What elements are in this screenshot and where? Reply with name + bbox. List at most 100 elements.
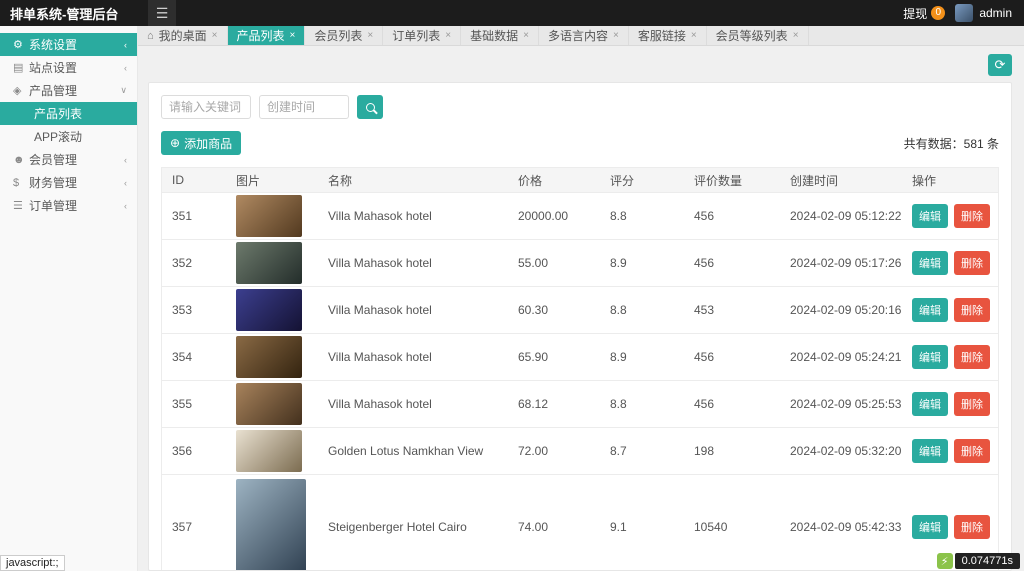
tab-label: 我的桌面: [159, 27, 207, 44]
delete-button[interactable]: 删除: [954, 439, 990, 463]
product-list-panel: ⊕ 添加商品 共有数据：581 条 ID图片名称价格评分评价数量创建时间操作 3…: [148, 82, 1012, 571]
edit-button[interactable]: 编辑: [912, 515, 948, 539]
edit-button[interactable]: 编辑: [912, 204, 948, 228]
sidebar-subitem[interactable]: 产品列表: [0, 102, 137, 125]
delete-button[interactable]: 删除: [954, 345, 990, 369]
cell-image: [226, 287, 318, 333]
cell-price: 68.12: [508, 395, 600, 413]
cell-reviews: 453: [684, 301, 780, 319]
tab-close-icon[interactable]: ×: [523, 30, 529, 41]
tab-label: 会员等级列表: [716, 27, 788, 44]
sidebar-toggle-button[interactable]: ☰: [148, 0, 176, 26]
tab-label: 订单列表: [392, 27, 440, 44]
cell-reviews: 456: [684, 254, 780, 272]
action-row: ⊕ 添加商品 共有数据：581 条: [161, 131, 999, 155]
delete-button[interactable]: 删除: [954, 204, 990, 228]
refresh-button[interactable]: ⟳: [988, 54, 1012, 76]
avatar: [955, 4, 973, 22]
sidebar-item[interactable]: ◈ 产品管理 ∨: [0, 79, 137, 102]
delete-button[interactable]: 删除: [954, 251, 990, 275]
tab-label: 多语言内容: [548, 27, 608, 44]
sidebar-item-icon: ⚙: [13, 38, 29, 51]
home-icon: ⌂: [147, 30, 154, 42]
edit-button[interactable]: 编辑: [912, 345, 948, 369]
edit-button[interactable]: 编辑: [912, 392, 948, 416]
main-area: ⌂ 我的桌面 × ⌂ 产品列表 × ⌂ 会员列表 × ⌂ 订单列表 ×: [138, 26, 1024, 571]
tab[interactable]: ⌂ 我的桌面 ×: [138, 26, 228, 45]
tab-label: 会员列表: [314, 27, 362, 44]
delete-button[interactable]: 删除: [954, 298, 990, 322]
refresh-icon: ⟳: [995, 57, 1006, 72]
sidebar-subitem[interactable]: APP滚动: [0, 125, 137, 148]
chevron-icon: ‹: [124, 40, 127, 50]
tab[interactable]: ⌂ 客服链接 ×: [629, 26, 707, 45]
trace-toggle-icon[interactable]: ⚡: [937, 553, 953, 569]
cell-actions: 编辑 删除: [902, 296, 998, 324]
keyword-input[interactable]: [161, 95, 251, 119]
user-menu[interactable]: admin: [955, 4, 1012, 22]
tab[interactable]: ⌂ 产品列表 ×: [228, 26, 306, 45]
cell-id: 356: [162, 442, 226, 460]
cell-name: Villa Mahasok hotel: [318, 348, 508, 366]
cell-reviews: 198: [684, 442, 780, 460]
tab[interactable]: ⌂ 订单列表 ×: [383, 26, 461, 45]
sidebar-item[interactable]: ▤ 站点设置 ‹: [0, 56, 137, 79]
plus-icon: ⊕: [170, 136, 180, 150]
cell-reviews: 456: [684, 207, 780, 225]
sidebar-item[interactable]: ☰ 订单管理 ‹: [0, 194, 137, 217]
cell-price: 74.00: [508, 518, 600, 536]
cell-created: 2024-02-09 05:42:33: [780, 518, 902, 536]
sidebar-item-label: 订单管理: [29, 197, 77, 214]
sidebar-item-icon: ☰: [13, 199, 29, 212]
sidebar: ⚙ 系统设置 ‹ ▤ 站点设置 ‹ ◈ 产品管理 ∨ 产品列表 APP滚动 ☻ …: [0, 26, 138, 571]
cell-score: 8.8: [600, 207, 684, 225]
sidebar-item-icon: ▤: [13, 61, 29, 74]
tab-close-icon[interactable]: ×: [691, 30, 697, 41]
sidebar-item[interactable]: ⚙ 系统设置 ‹: [0, 33, 137, 56]
add-product-button[interactable]: ⊕ 添加商品: [161, 131, 241, 155]
tab-close-icon[interactable]: ×: [793, 30, 799, 41]
product-thumbnail: [236, 195, 302, 237]
tab[interactable]: ⌂ 多语言内容 ×: [539, 26, 629, 45]
cell-image: [226, 334, 318, 380]
sidebar-item[interactable]: ☻ 会员管理 ‹: [0, 148, 137, 171]
delete-button[interactable]: 删除: [954, 392, 990, 416]
tab-close-icon[interactable]: ×: [613, 30, 619, 41]
chevron-icon: ‹: [124, 155, 127, 165]
withdraw-label: 提现: [903, 5, 927, 22]
tab-close-icon[interactable]: ×: [445, 30, 451, 41]
tab-close-icon[interactable]: ×: [212, 30, 218, 41]
product-thumbnail: [236, 242, 302, 284]
cell-reviews: 456: [684, 348, 780, 366]
cell-score: 8.9: [600, 348, 684, 366]
tab[interactable]: ⌂ 会员等级列表 ×: [707, 26, 809, 45]
edit-button[interactable]: 编辑: [912, 439, 948, 463]
trace-bar: ⚡ 0.074771s: [937, 553, 1020, 569]
table-header-cell: 名称: [318, 170, 508, 191]
tab-close-icon[interactable]: ×: [290, 30, 296, 41]
withdraw-menu[interactable]: 提现 0: [903, 5, 945, 22]
created-time-input[interactable]: [259, 95, 349, 119]
cell-price: 55.00: [508, 254, 600, 272]
delete-button[interactable]: 删除: [954, 515, 990, 539]
sidebar-item-icon: ☻: [13, 154, 29, 166]
table-header-cell: 操作: [902, 170, 998, 191]
sidebar-subitem-label: APP滚动: [34, 128, 82, 145]
tab[interactable]: ⌂ 基础数据 ×: [461, 26, 539, 45]
chevron-icon: ‹: [124, 178, 127, 188]
edit-button[interactable]: 编辑: [912, 251, 948, 275]
cell-id: 353: [162, 301, 226, 319]
edit-button[interactable]: 编辑: [912, 298, 948, 322]
cell-actions: 编辑 删除: [902, 249, 998, 277]
table-row: 354 Villa Mahasok hotel 65.90 8.9 456 20…: [162, 334, 998, 381]
search-row: [161, 95, 999, 119]
search-button[interactable]: [357, 95, 383, 119]
topbar-right: 提现 0 admin: [903, 4, 1024, 22]
cell-created: 2024-02-09 05:12:22: [780, 207, 902, 225]
app-title: 排单系统-管理后台: [0, 4, 138, 23]
cell-actions: 编辑 删除: [902, 513, 998, 541]
tab-close-icon[interactable]: ×: [367, 30, 373, 41]
sidebar-item[interactable]: $ 财务管理 ‹: [0, 171, 137, 194]
tab[interactable]: ⌂ 会员列表 ×: [305, 26, 383, 45]
chevron-icon: ‹: [124, 201, 127, 211]
